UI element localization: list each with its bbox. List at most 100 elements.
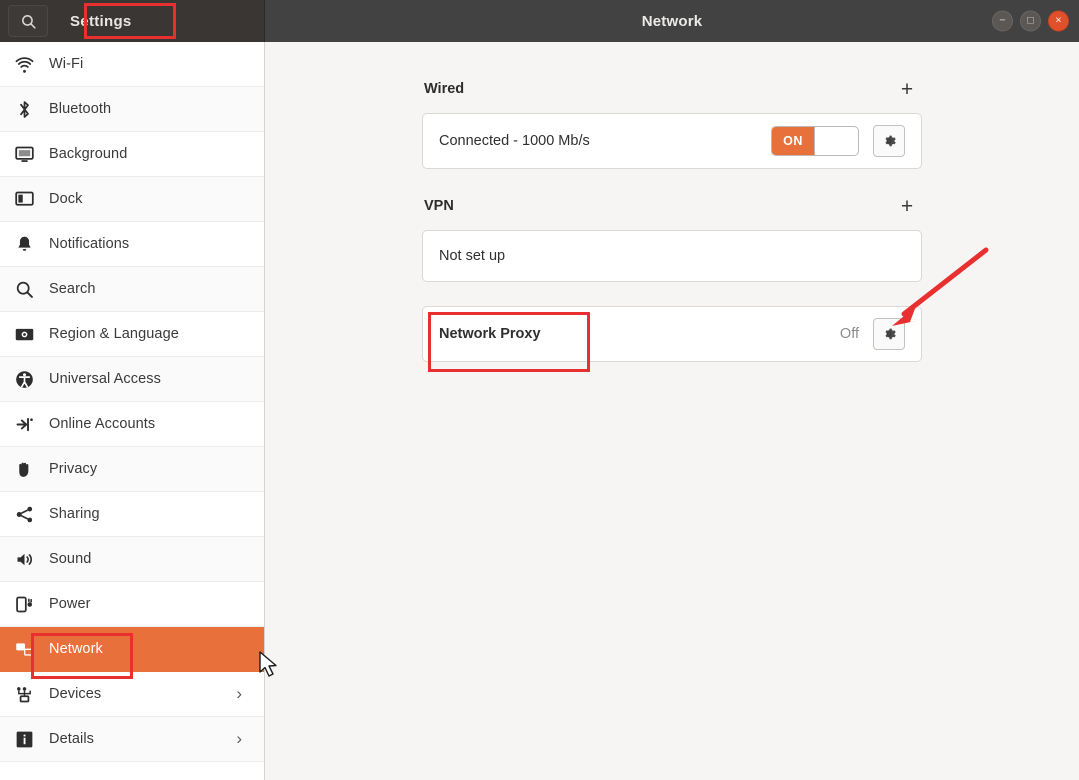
wired-section-title: Wired: [424, 81, 464, 97]
sharing-icon: [13, 503, 35, 525]
sidebar-item-label: Network: [49, 641, 103, 657]
dock-icon: [14, 189, 35, 210]
online-accounts-icon: [13, 413, 35, 435]
search-icon: [14, 279, 35, 300]
sidebar-item-label: Universal Access: [49, 371, 161, 387]
region-language-icon: [13, 323, 35, 345]
wired-status-label: Connected - 1000 Mb/s: [439, 133, 590, 149]
sidebar-item-label: Sound: [49, 551, 91, 567]
sidebar-item-dock[interactable]: Dock: [0, 177, 264, 222]
details-info-icon: [14, 729, 35, 750]
sidebar-item-bluetooth[interactable]: Bluetooth: [0, 87, 264, 132]
background-icon: [14, 144, 35, 165]
sidebar-item-network[interactable]: Network: [0, 627, 264, 672]
sidebar-item-sharing[interactable]: Sharing: [0, 492, 264, 537]
online-accounts-icon: [14, 414, 35, 435]
region-language-icon: [14, 324, 35, 345]
sidebar-item-label: Online Accounts: [49, 416, 155, 432]
details-info-icon: [13, 728, 35, 750]
vpn-row: Not set up: [422, 230, 922, 282]
sidebar-item-details[interactable]: Details›: [0, 717, 264, 762]
network-proxy-label: Network Proxy: [439, 326, 541, 342]
app-title: Settings: [70, 13, 132, 30]
close-icon: ×: [1055, 16, 1061, 27]
bluetooth-icon: [14, 99, 35, 120]
sidebar-item-universal-access[interactable]: Universal Access: [0, 357, 264, 402]
sidebar-item-label: Region & Language: [49, 326, 179, 342]
add-vpn-button[interactable]: +: [894, 193, 920, 219]
bell-icon: [14, 234, 35, 255]
background-icon: [13, 143, 35, 165]
bluetooth-icon: [13, 98, 35, 120]
window-controls: − □ ×: [992, 11, 1069, 32]
titlebar-sidebar-header: Settings: [0, 0, 265, 42]
sidebar-item-label: Dock: [49, 191, 82, 207]
sidebar-item-privacy[interactable]: Privacy: [0, 447, 264, 492]
sidebar-item-label: Bluetooth: [49, 101, 111, 117]
network-proxy-row[interactable]: Network Proxy Off: [422, 306, 922, 362]
sidebar-item-search[interactable]: Search: [0, 267, 264, 312]
sidebar-item-online-accounts[interactable]: Online Accounts: [0, 402, 264, 447]
sidebar-item-label: Notifications: [49, 236, 129, 252]
vpn-section-title: VPN: [424, 198, 454, 214]
settings-window: Settings Network − □ × Wi-Fi Bluetooth Bac…: [0, 0, 1079, 780]
search-icon: [13, 278, 35, 300]
wired-toggle[interactable]: ON: [771, 126, 859, 156]
sidebar-item-wi-fi[interactable]: Wi-Fi: [0, 42, 264, 87]
close-button[interactable]: ×: [1048, 11, 1069, 32]
network-icon: [13, 638, 35, 660]
network-icon: [14, 639, 35, 660]
sidebar-item-label: Search: [49, 281, 96, 297]
wired-section: Wired + Connected - 1000 Mb/s ON: [422, 76, 922, 169]
add-wired-button[interactable]: +: [894, 76, 920, 102]
universal-access-icon: [14, 369, 35, 390]
proxy-section: Network Proxy Off: [422, 306, 922, 362]
page-title: Network: [642, 13, 703, 30]
titlebar-main-header: Network − □ ×: [265, 0, 1079, 42]
search-button[interactable]: [8, 5, 48, 37]
devices-icon: [14, 684, 35, 705]
sidebar-item-label: Privacy: [49, 461, 97, 477]
sidebar-item-label: Sharing: [49, 506, 100, 522]
sharing-icon: [14, 504, 35, 525]
sidebar-item-power[interactable]: Power: [0, 582, 264, 627]
wired-connection-row: Connected - 1000 Mb/s ON: [422, 113, 922, 169]
wired-toggle-on-label: ON: [772, 127, 814, 155]
sidebar-item-background[interactable]: Background: [0, 132, 264, 177]
minimize-icon: −: [999, 16, 1005, 27]
gear-icon: [881, 133, 897, 149]
sidebar-item-sound[interactable]: Sound: [0, 537, 264, 582]
search-icon: [20, 13, 37, 30]
sidebar-item-label: Power: [49, 596, 91, 612]
chevron-right-icon: ›: [236, 729, 242, 749]
window-body: Wi-Fi Bluetooth Background Dock Notification…: [0, 42, 1079, 780]
network-panel: Wired + Connected - 1000 Mb/s ON: [422, 76, 922, 386]
dock-icon: [13, 188, 35, 210]
power-icon: [14, 594, 35, 615]
sidebar-item-label: Background: [49, 146, 127, 162]
main-content: Wired + Connected - 1000 Mb/s ON: [265, 42, 1079, 780]
vpn-status-label: Not set up: [439, 248, 505, 264]
titlebar: Settings Network − □ ×: [0, 0, 1079, 42]
maximize-button[interactable]: □: [1020, 11, 1041, 32]
bell-icon: [13, 233, 35, 255]
wired-section-header: Wired +: [422, 76, 922, 102]
wired-settings-button[interactable]: [873, 125, 905, 157]
network-proxy-settings-button[interactable]: [873, 318, 905, 350]
speaker-icon: [14, 549, 35, 570]
privacy-hand-icon: [13, 458, 35, 480]
network-proxy-status: Off: [840, 326, 859, 342]
sidebar-item-notifications[interactable]: Notifications: [0, 222, 264, 267]
sidebar: Wi-Fi Bluetooth Background Dock Notification…: [0, 42, 265, 780]
devices-icon: [13, 683, 35, 705]
sidebar-item-region-language[interactable]: Region & Language: [0, 312, 264, 357]
sidebar-item-devices[interactable]: Devices›: [0, 672, 264, 717]
vpn-section-header: VPN +: [422, 193, 922, 219]
power-icon: [13, 593, 35, 615]
privacy-hand-icon: [14, 459, 35, 480]
gear-icon: [881, 326, 897, 342]
speaker-icon: [13, 548, 35, 570]
minimize-button[interactable]: −: [992, 11, 1013, 32]
vpn-section: VPN + Not set up: [422, 193, 922, 282]
chevron-right-icon: ›: [236, 684, 242, 704]
